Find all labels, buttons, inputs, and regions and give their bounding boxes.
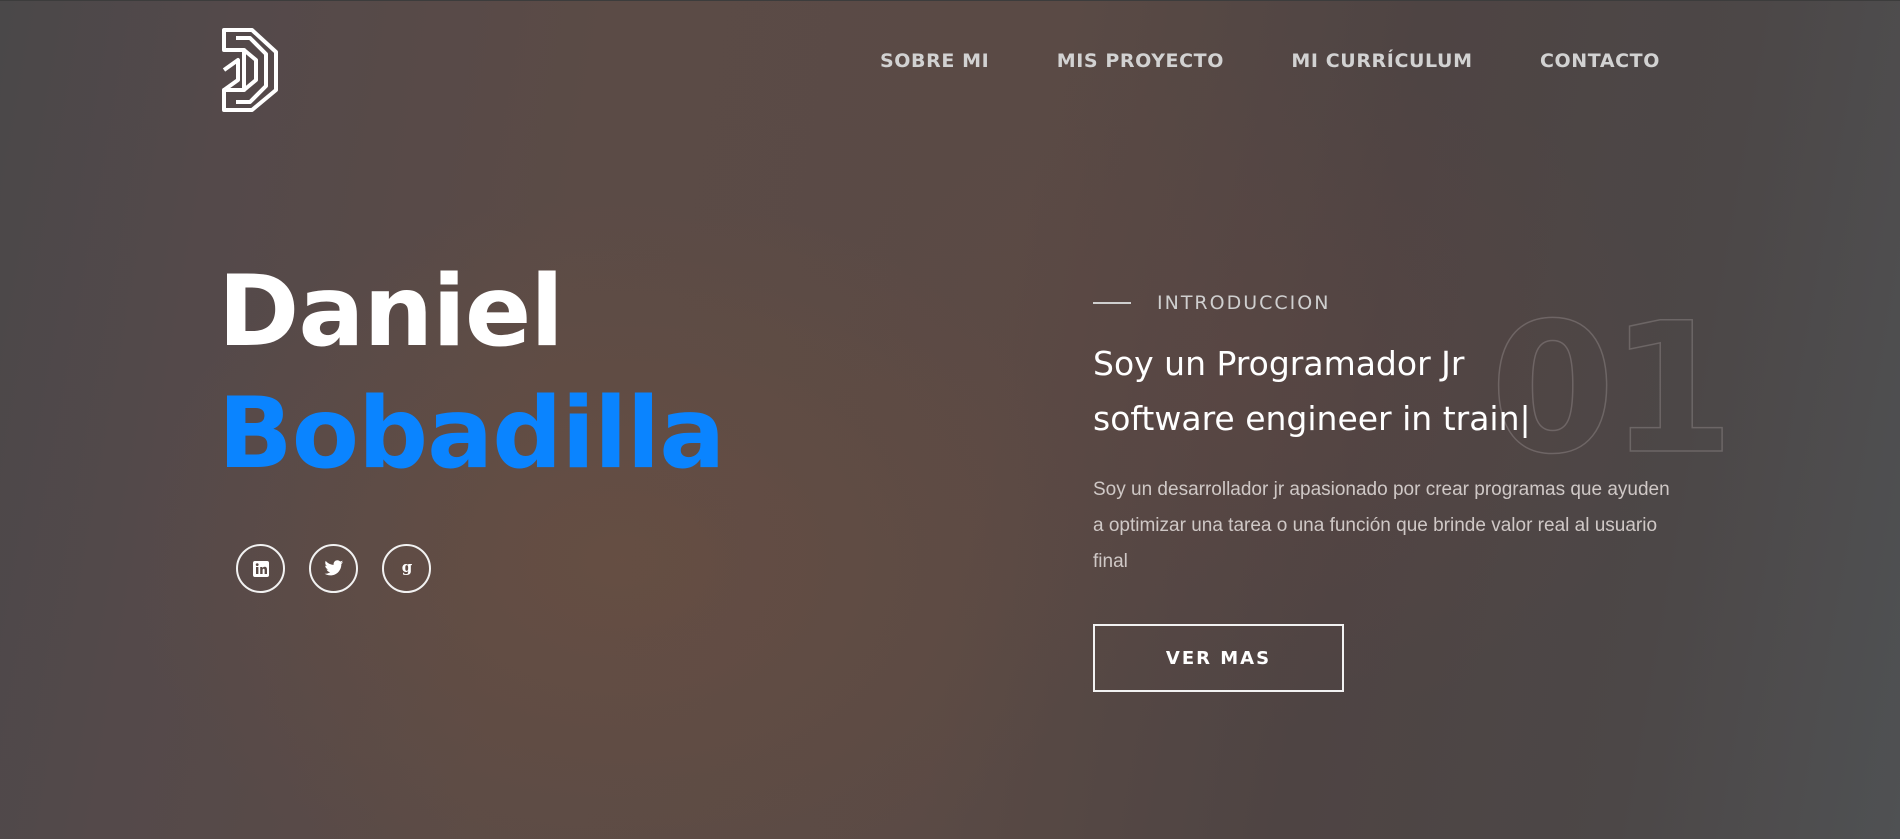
hero-last-name: Bobadilla xyxy=(218,377,725,491)
logo-icon[interactable] xyxy=(214,24,284,114)
ver-mas-button[interactable]: VER MAS xyxy=(1093,624,1344,692)
headline-line-1: Soy un Programador Jr xyxy=(1093,344,1465,383)
linkedin-icon xyxy=(252,560,269,577)
google-button[interactable]: g xyxy=(382,544,431,593)
hero-first-name: Daniel xyxy=(218,255,564,369)
headline-line-2: software engineer in train| xyxy=(1093,399,1531,438)
intro-description: Soy un desarrollador jr apasionado por c… xyxy=(1093,479,1670,572)
hero-section: SOBRE MI MIS PROYECTO MI CURRÍCULUM CONT… xyxy=(0,0,1900,839)
intro-label: INTRODUCCION xyxy=(1157,292,1331,314)
main-nav: SOBRE MI MIS PROYECTO MI CURRÍCULUM CONT… xyxy=(880,50,1660,72)
nav-item-mis-proyecto[interactable]: MIS PROYECTO xyxy=(1057,50,1224,72)
twitter-button[interactable] xyxy=(309,544,358,593)
intro-headline: Soy un Programador Jr software engineer … xyxy=(1093,336,1613,446)
twitter-icon xyxy=(324,560,343,576)
intro-label-row: INTRODUCCION xyxy=(1093,292,1330,314)
svg-text:g: g xyxy=(401,559,412,576)
nav-item-contacto[interactable]: CONTACTO xyxy=(1540,50,1660,72)
google-icon: g xyxy=(401,559,412,576)
nav-item-mi-curriculum[interactable]: MI CURRÍCULUM xyxy=(1291,50,1472,72)
linkedin-button[interactable] xyxy=(236,544,285,593)
social-links: g xyxy=(236,544,431,593)
nav-item-sobre-mi[interactable]: SOBRE MI xyxy=(880,50,989,72)
intro-divider-line xyxy=(1093,302,1131,304)
